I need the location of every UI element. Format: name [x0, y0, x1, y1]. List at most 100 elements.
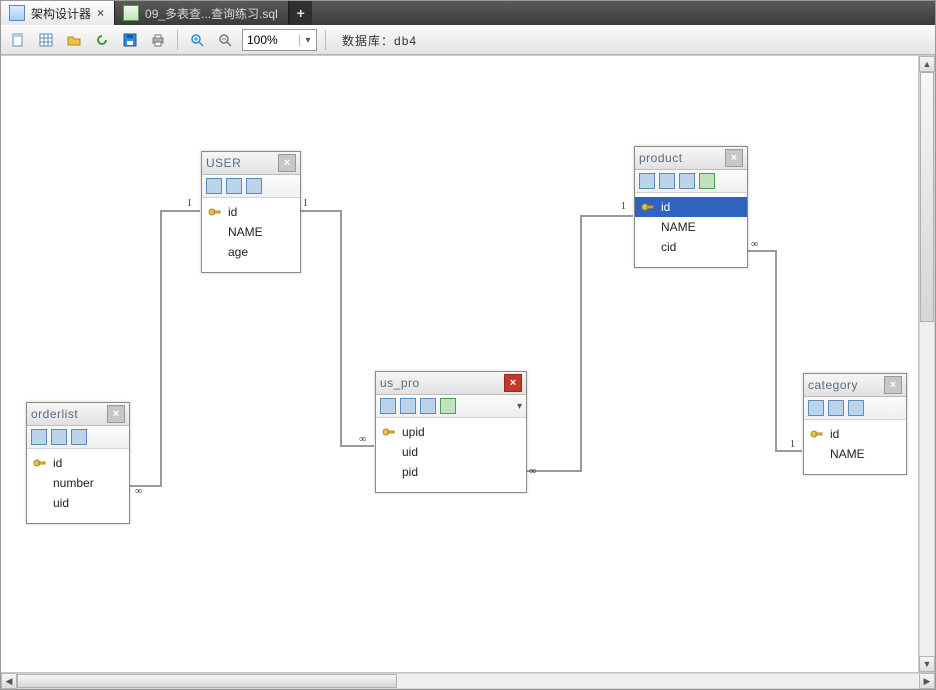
- grid-icon: [38, 32, 54, 48]
- table-view-icon[interactable]: [31, 429, 47, 445]
- chevron-down-icon[interactable]: ▾: [299, 35, 316, 46]
- close-icon[interactable]: ×: [725, 149, 743, 167]
- table-toolbar: [202, 175, 300, 198]
- table-add-icon[interactable]: [440, 398, 456, 414]
- table-toolbar: [27, 426, 129, 449]
- scroll-right-button[interactable]: ▶: [919, 673, 935, 689]
- scroll-track[interactable]: [919, 72, 935, 656]
- column-list: id NAME age: [202, 198, 300, 272]
- print-button[interactable]: [147, 29, 169, 51]
- column-cid[interactable]: cid: [635, 237, 747, 257]
- key-icon: [208, 205, 222, 219]
- grid-button[interactable]: [35, 29, 57, 51]
- column-NAME[interactable]: NAME: [202, 222, 300, 242]
- scroll-up-button[interactable]: ▲: [919, 56, 935, 72]
- table-toolbar: ▾: [376, 395, 526, 418]
- scroll-down-button[interactable]: ▼: [919, 656, 935, 672]
- tab-sql-file[interactable]: 09_多表查...查询练习.sql: [115, 1, 289, 25]
- close-icon[interactable]: ×: [97, 6, 104, 20]
- zoom-input[interactable]: [243, 31, 299, 49]
- table-us_pro[interactable]: us_pro × ▾ upid uid pid: [375, 371, 527, 493]
- close-icon[interactable]: ×: [107, 405, 125, 423]
- table-add-icon[interactable]: [699, 173, 715, 189]
- column-list: id NAME cid: [635, 193, 747, 267]
- sql-file-icon: [123, 5, 139, 21]
- tab-schema-designer[interactable]: 架构设计器 ×: [1, 1, 115, 25]
- column-id[interactable]: id: [635, 197, 747, 217]
- table-columns-icon[interactable]: [51, 429, 67, 445]
- table-name: USER: [206, 156, 241, 170]
- folder-icon: [66, 32, 82, 48]
- column-number[interactable]: number: [27, 473, 129, 493]
- table-left-icon[interactable]: [420, 398, 436, 414]
- cardinality-many: ∞: [751, 239, 758, 250]
- app-window: 架构设计器 × 09_多表查...查询练习.sql +: [0, 0, 936, 690]
- separator: [325, 30, 326, 50]
- close-icon[interactable]: ×: [884, 376, 902, 394]
- new-tab-button[interactable]: +: [289, 1, 312, 25]
- chevron-down-icon[interactable]: ▾: [517, 401, 522, 412]
- horizontal-scrollbar[interactable]: ◀ ▶: [1, 672, 935, 689]
- designer-icon: [9, 5, 25, 21]
- table-left-icon[interactable]: [679, 173, 695, 189]
- table-product[interactable]: product × id NAME cid: [634, 146, 748, 268]
- table-title-bar[interactable]: us_pro ×: [376, 372, 526, 395]
- table-view-icon[interactable]: [808, 400, 824, 416]
- schema-canvas[interactable]: ▲ ▼ 1 ∞ 1 ∞ 1 ∞ ∞ 1: [1, 55, 935, 672]
- scroll-thumb[interactable]: [17, 674, 397, 688]
- refresh-icon: [94, 32, 110, 48]
- cardinality-one: 1: [790, 439, 795, 450]
- table-title-bar[interactable]: USER ×: [202, 152, 300, 175]
- table-columns-icon[interactable]: [828, 400, 844, 416]
- column-id[interactable]: id: [27, 453, 129, 473]
- table-name: us_pro: [380, 376, 420, 390]
- table-left-icon[interactable]: [71, 429, 87, 445]
- scroll-track[interactable]: [17, 673, 919, 689]
- table-orderlist[interactable]: orderlist × id number uid: [26, 402, 130, 524]
- table-toolbar: [635, 170, 747, 193]
- close-icon[interactable]: ×: [504, 374, 522, 392]
- table-left-icon[interactable]: [246, 178, 262, 194]
- column-uid[interactable]: uid: [27, 493, 129, 513]
- column-NAME[interactable]: NAME: [635, 217, 747, 237]
- column-age[interactable]: age: [202, 242, 300, 262]
- table-title-bar[interactable]: orderlist ×: [27, 403, 129, 426]
- zoom-in-button[interactable]: [186, 29, 208, 51]
- open-button[interactable]: [63, 29, 85, 51]
- separator: [177, 30, 178, 50]
- close-icon[interactable]: ×: [278, 154, 296, 172]
- table-columns-icon[interactable]: [400, 398, 416, 414]
- table-columns-icon[interactable]: [226, 178, 242, 194]
- cardinality-one: 1: [621, 201, 626, 212]
- new-button[interactable]: [7, 29, 29, 51]
- refresh-button[interactable]: [91, 29, 113, 51]
- key-icon: [641, 200, 655, 214]
- doc-icon: [10, 32, 26, 48]
- column-upid[interactable]: upid: [376, 422, 526, 442]
- vertical-scrollbar[interactable]: ▲ ▼: [918, 56, 935, 672]
- column-pid[interactable]: pid: [376, 462, 526, 482]
- table-title-bar[interactable]: product ×: [635, 147, 747, 170]
- table-left-icon[interactable]: [848, 400, 864, 416]
- table-view-icon[interactable]: [639, 173, 655, 189]
- scroll-thumb[interactable]: [920, 72, 934, 322]
- zoom-combobox[interactable]: ▾: [242, 29, 317, 51]
- table-category[interactable]: category × id NAME: [803, 373, 907, 475]
- table-view-icon[interactable]: [380, 398, 396, 414]
- column-uid[interactable]: uid: [376, 442, 526, 462]
- table-columns-icon[interactable]: [659, 173, 675, 189]
- table-view-icon[interactable]: [206, 178, 222, 194]
- tab-label: 架构设计器: [31, 5, 91, 22]
- table-title-bar[interactable]: category ×: [804, 374, 906, 397]
- save-button[interactable]: [119, 29, 141, 51]
- zoom-in-icon: [189, 32, 205, 48]
- column-id[interactable]: id: [202, 202, 300, 222]
- cardinality-one: 1: [303, 198, 308, 209]
- column-NAME[interactable]: NAME: [804, 444, 906, 464]
- tab-bar: 架构设计器 × 09_多表查...查询练习.sql +: [1, 1, 935, 25]
- zoom-out-button[interactable]: [214, 29, 236, 51]
- scroll-left-button[interactable]: ◀: [1, 673, 17, 689]
- table-USER[interactable]: USER × id NAME age: [201, 151, 301, 273]
- cardinality-many: ∞: [529, 466, 536, 477]
- column-id[interactable]: id: [804, 424, 906, 444]
